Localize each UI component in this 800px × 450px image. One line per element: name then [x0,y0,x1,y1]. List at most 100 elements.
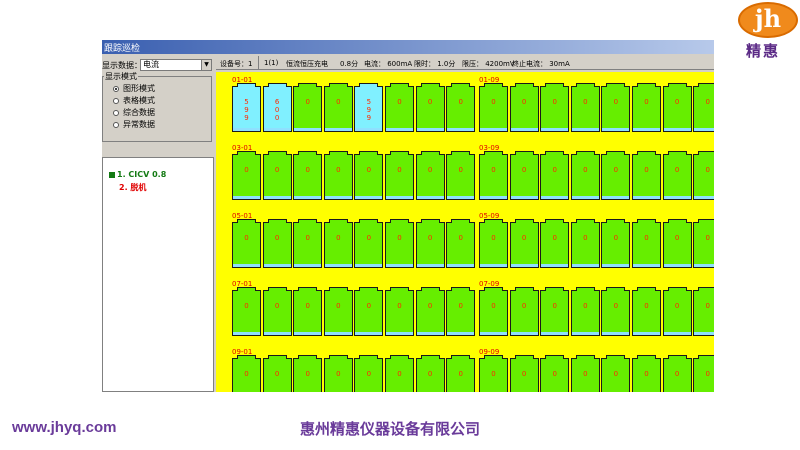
battery-terminal [237,83,256,87]
channel-cell[interactable]: 0 [632,151,661,200]
channel-cell[interactable]: 0 [632,355,661,392]
channel-cell[interactable]: 0 [293,151,323,200]
channel-cell[interactable]: 0 [293,219,323,268]
channel-cell[interactable]: 0 [323,219,353,268]
channel-cell[interactable]: 0 [446,287,476,336]
channel-cell[interactable]: 0 [601,219,631,268]
display-data-select[interactable]: 电流 ▼ [140,59,212,71]
channel-cell[interactable]: 0 [693,219,714,268]
channel-cell[interactable]: 0 [232,355,261,392]
channel-cell[interactable]: 0 [479,83,508,132]
channel-value: 0 [583,302,588,310]
channel-cell[interactable]: 0 [570,287,600,336]
channel-cell[interactable]: 0 [693,355,714,392]
cell-base-stripe [541,264,569,267]
channel-cell[interactable]: 0 [446,151,476,200]
channel-cell[interactable]: 0 [232,219,261,268]
radio-selected-icon[interactable] [113,85,119,92]
channel-cell[interactable]: 0 [540,151,570,200]
title-bar[interactable]: 跟踪巡检 [102,40,714,54]
channel-cell[interactable]: 0 [509,355,539,392]
channel-cell[interactable]: 0 [385,151,414,200]
channel-cell[interactable]: 0 [632,219,661,268]
channel-cell[interactable]: 0 [662,355,692,392]
channel-cell[interactable]: 0 [662,151,692,200]
channel-cell[interactable]: 0 [693,151,714,200]
channel-cell[interactable]: 0 [446,355,476,392]
channel-cell[interactable]: 0 [323,355,353,392]
channel-cell[interactable]: 0 [693,83,714,132]
channel-cell[interactable]: 0 [446,219,476,268]
channel-cell[interactable]: 5 9 9 [232,83,261,132]
mode-label: 图形模式 [123,84,155,93]
radio-icon[interactable] [113,109,119,116]
channel-cell[interactable]: 0 [354,287,384,336]
channel-cell[interactable]: 0 [232,287,261,336]
channel-cell[interactable]: 0 [570,355,600,392]
channel-cell[interactable]: 6 0 0 [262,83,292,132]
tree-item-device-2[interactable]: 2. 脱机 [119,182,146,193]
channel-cell[interactable]: 0 [415,219,445,268]
channel-cell[interactable]: 0 [479,355,508,392]
channel-cell[interactable]: 0 [540,355,570,392]
channel-cell[interactable]: 0 [479,219,508,268]
channel-cell[interactable]: 0 [385,355,414,392]
channel-cell[interactable]: 0 [509,287,539,336]
channel-cell[interactable]: 0 [385,287,414,336]
footer-url[interactable]: www.jhyq.com [12,419,116,436]
channel-cell[interactable]: 0 [354,151,384,200]
channel-cell[interactable]: 0 [262,355,292,392]
channel-cell[interactable]: 0 [415,83,445,132]
channel-cell[interactable]: 0 [354,219,384,268]
radio-icon[interactable] [113,97,119,104]
channel-cell[interactable]: 0 [570,83,600,132]
channel-cell[interactable]: 0 [293,83,323,132]
mode-radio-combined[interactable]: 综合数据 [113,107,155,118]
channel-cell[interactable]: 0 [262,287,292,336]
channel-cell[interactable]: 0 [570,219,600,268]
channel-cell[interactable]: 0 [601,287,631,336]
channel-cell[interactable]: 5 9 9 [354,83,384,132]
radio-icon[interactable] [113,121,119,128]
channel-cell[interactable]: 0 [385,83,414,132]
channel-cell[interactable]: 0 [540,287,570,336]
channel-cell[interactable]: 0 [323,83,353,132]
channel-cell[interactable]: 0 [323,151,353,200]
channel-cell[interactable]: 0 [540,83,570,132]
channel-cell[interactable]: 0 [601,83,631,132]
channel-cell[interactable]: 0 [479,151,508,200]
channel-cell[interactable]: 0 [446,83,476,132]
channel-cell[interactable]: 0 [662,219,692,268]
mode-radio-graph[interactable]: 图形模式 [113,83,155,94]
channel-cell[interactable]: 0 [415,151,445,200]
channel-cell[interactable]: 0 [662,287,692,336]
channel-cell[interactable]: 0 [354,355,384,392]
channel-cell[interactable]: 0 [601,355,631,392]
mode-radio-table[interactable]: 表格模式 [113,95,155,106]
channel-cell[interactable]: 0 [293,287,323,336]
channel-cell[interactable]: 0 [262,219,292,268]
channel-cell[interactable]: 0 [262,151,292,200]
channel-cell[interactable]: 0 [385,219,414,268]
channel-cell[interactable]: 0 [415,355,445,392]
channel-cell[interactable]: 0 [632,287,661,336]
channel-cell[interactable]: 0 [509,83,539,132]
dropdown-arrow-icon[interactable]: ▼ [201,60,211,70]
channel-cell[interactable]: 0 [540,219,570,268]
channel-cell[interactable]: 0 [693,287,714,336]
battery-terminal [575,151,595,155]
tree-item-device-1[interactable]: 1. CICV 0.8 [109,170,166,179]
channel-cell[interactable]: 0 [509,151,539,200]
channel-cell[interactable]: 0 [479,287,508,336]
channel-cell[interactable]: 0 [323,287,353,336]
mode-radio-abnormal[interactable]: 异常数据 [113,119,155,130]
channel-cell[interactable]: 0 [632,83,661,132]
cell-base-stripe [571,128,599,131]
channel-cell[interactable]: 0 [662,83,692,132]
channel-cell[interactable]: 0 [293,355,323,392]
channel-cell[interactable]: 0 [232,151,261,200]
channel-cell[interactable]: 0 [570,151,600,200]
channel-cell[interactable]: 0 [509,219,539,268]
channel-cell[interactable]: 0 [601,151,631,200]
channel-cell[interactable]: 0 [415,287,445,336]
